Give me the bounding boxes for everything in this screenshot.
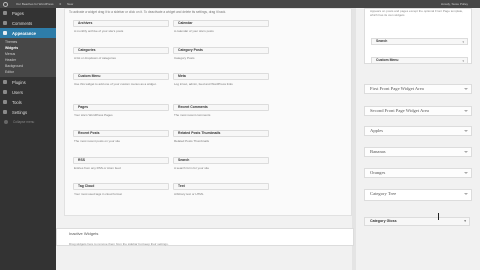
new-content-link[interactable]: New bbox=[67, 2, 73, 6]
widget-tag-cloud[interactable]: Tag Cloud bbox=[73, 183, 169, 190]
widget-meta[interactable]: Meta bbox=[173, 73, 269, 80]
widget-search[interactable]: Search bbox=[173, 157, 269, 164]
main-sidebar-area: Appears on posts and pages except the op… bbox=[364, 8, 472, 64]
available-widgets-panel: To activate a widget drag it to a sideba… bbox=[64, 8, 352, 216]
inactive-widgets-title: Inactive Widgets bbox=[69, 231, 99, 236]
widget-description: The most recent comments bbox=[174, 113, 211, 117]
widget-description: The most recent posts on your site bbox=[74, 139, 121, 143]
collapse-arrow-icon bbox=[4, 120, 8, 124]
chevron-down-icon[interactable]: ▾ bbox=[462, 59, 464, 64]
menu-item-pages[interactable]: Pages bbox=[0, 8, 56, 18]
widget-description: A monthly archive of your site's posts bbox=[74, 29, 124, 33]
toggle-arrow-icon[interactable] bbox=[464, 88, 468, 90]
widget-description: Arbitrary text or HTML bbox=[174, 192, 204, 196]
widget-areas-column: Appears on posts and pages except the op… bbox=[364, 8, 472, 270]
sidebar-area-title: First Front Page Widget Area bbox=[370, 86, 424, 91]
toggle-arrow-icon[interactable] bbox=[464, 151, 468, 153]
plugins-icon bbox=[3, 80, 7, 84]
widget-description: Your most used tags in cloud format bbox=[74, 192, 122, 196]
sidebar-area-apples[interactable]: Apples bbox=[364, 126, 472, 136]
widget-recent-posts[interactable]: Recent Posts bbox=[73, 130, 169, 137]
text-cursor-icon bbox=[438, 213, 439, 220]
widget-description: Entries from any RSS or Atom feed bbox=[74, 166, 121, 170]
pages-icon bbox=[3, 11, 7, 15]
widget-custom-menu[interactable]: Custom Menu bbox=[73, 73, 169, 80]
menu-item-label: Appearance bbox=[12, 30, 36, 36]
admin-bar: Our Beaches for WordPress 0 New Howdy, S… bbox=[0, 0, 480, 8]
area-widget-category-gloss[interactable]: Category Gloss ▾ bbox=[364, 217, 470, 226]
area-widget-label: Custom Menu bbox=[376, 58, 399, 62]
widget-rss[interactable]: RSS bbox=[73, 157, 169, 164]
submenu-item-editor[interactable]: Editor bbox=[0, 69, 56, 75]
sidebar-area-first-front-page[interactable]: First Front Page Widget Area bbox=[364, 84, 472, 94]
users-icon bbox=[3, 90, 7, 94]
area-widget-label: Category Gloss bbox=[370, 219, 397, 223]
menu-item-label: Users bbox=[12, 89, 23, 95]
admin-sidebar: Pages Comments Appearance Themes Widgets… bbox=[0, 8, 56, 270]
menu-item-comments[interactable]: Comments bbox=[0, 18, 56, 28]
widget-text[interactable]: Text bbox=[173, 183, 269, 190]
menu-item-label: Pages bbox=[12, 10, 24, 16]
inactive-widgets-text: Drag widgets here to remove them from th… bbox=[69, 242, 169, 246]
widget-category-posts[interactable]: Category Posts bbox=[173, 47, 269, 54]
menu-item-appearance[interactable]: Appearance bbox=[0, 28, 56, 38]
comments-icon bbox=[3, 21, 7, 25]
sidebar-area-bananas[interactable]: Bananas bbox=[364, 147, 472, 157]
sidebar-area-title: Second Front Page Widget Area bbox=[370, 108, 429, 113]
area-description: Appears on posts and pages except the op… bbox=[370, 9, 464, 17]
chevron-down-icon[interactable]: ▾ bbox=[464, 218, 466, 225]
area-widget-label: Search bbox=[376, 39, 388, 43]
menu-item-label: Comments bbox=[12, 20, 33, 26]
sidebar-area-title: Apples bbox=[370, 128, 384, 133]
wordpress-logo-icon[interactable] bbox=[0, 0, 10, 8]
area-widget-search[interactable]: Search ▾ bbox=[371, 38, 468, 45]
sidebar-area-second-front-page[interactable]: Second Front Page Widget Area bbox=[364, 106, 472, 116]
widget-related-posts-thumbnails[interactable]: Related Posts Thumbnails bbox=[173, 130, 269, 137]
menu-item-settings[interactable]: Settings bbox=[0, 107, 56, 117]
collapse-label: Collapse menu bbox=[13, 120, 35, 124]
menu-item-plugins[interactable]: Plugins bbox=[0, 77, 56, 87]
sidebar-area-title: Category Tree bbox=[370, 191, 397, 196]
howdy-user-link[interactable]: Howdy, Susie Polley bbox=[441, 2, 468, 6]
sidebar-area-category-tree[interactable]: Category Tree bbox=[364, 189, 472, 201]
sidebar-area-oranges[interactable]: Oranges bbox=[364, 168, 472, 178]
menu-item-label: Tools bbox=[12, 99, 22, 105]
settings-icon bbox=[3, 110, 7, 114]
toggle-arrow-icon[interactable] bbox=[464, 130, 468, 132]
widget-calendar[interactable]: Calendar bbox=[173, 20, 269, 27]
menu-item-users[interactable]: Users bbox=[0, 87, 56, 97]
tools-icon bbox=[3, 100, 7, 104]
widget-description: Use this widget to add one of your custo… bbox=[74, 82, 157, 86]
sidebar-area-title: Bananas bbox=[370, 149, 386, 154]
widget-description: A search form for your site bbox=[174, 166, 210, 170]
inactive-widgets-panel[interactable]: Inactive Widgets Drag widgets here to re… bbox=[56, 228, 354, 246]
widget-pages[interactable]: Pages bbox=[73, 104, 169, 111]
menu-item-label: Plugins bbox=[12, 79, 26, 85]
widget-archives[interactable]: Archives bbox=[73, 20, 169, 27]
widget-description: Category Posts bbox=[174, 56, 195, 60]
widget-categories[interactable]: Categories bbox=[73, 47, 169, 54]
area-widget-custom-menu[interactable]: Custom Menu ▾ bbox=[371, 57, 468, 64]
site-name-link[interactable]: Our Beaches for WordPress bbox=[16, 2, 53, 6]
menu-item-label: Settings bbox=[12, 109, 28, 115]
comments-count[interactable]: 0 bbox=[59, 2, 61, 6]
appearance-icon bbox=[3, 31, 7, 35]
widget-description: Your site's WordPress Pages bbox=[74, 113, 113, 117]
toggle-arrow-icon[interactable] bbox=[464, 172, 468, 174]
chevron-down-icon[interactable]: ▾ bbox=[462, 40, 464, 45]
collapse-menu-button[interactable]: Collapse menu bbox=[0, 117, 56, 127]
toggle-arrow-icon[interactable] bbox=[464, 110, 468, 112]
sidebar-area-title: Oranges bbox=[370, 170, 386, 175]
widget-description: Related Posts Thumbnails bbox=[174, 139, 209, 143]
widget-description: A calendar of your site's posts bbox=[174, 29, 214, 33]
widget-description: A list or dropdown of categories bbox=[74, 56, 116, 60]
widget-description: Log in/out, admin, feed and WordPress li… bbox=[174, 82, 233, 86]
toggle-arrow-icon[interactable] bbox=[464, 193, 468, 195]
widget-recent-comments[interactable]: Recent Comments bbox=[173, 104, 269, 111]
available-widgets-intro: To activate a widget drag it to a sideba… bbox=[69, 10, 227, 14]
menu-item-tools[interactable]: Tools bbox=[0, 97, 56, 107]
appearance-submenu: Themes Widgets Menus Header Background E… bbox=[0, 38, 56, 77]
